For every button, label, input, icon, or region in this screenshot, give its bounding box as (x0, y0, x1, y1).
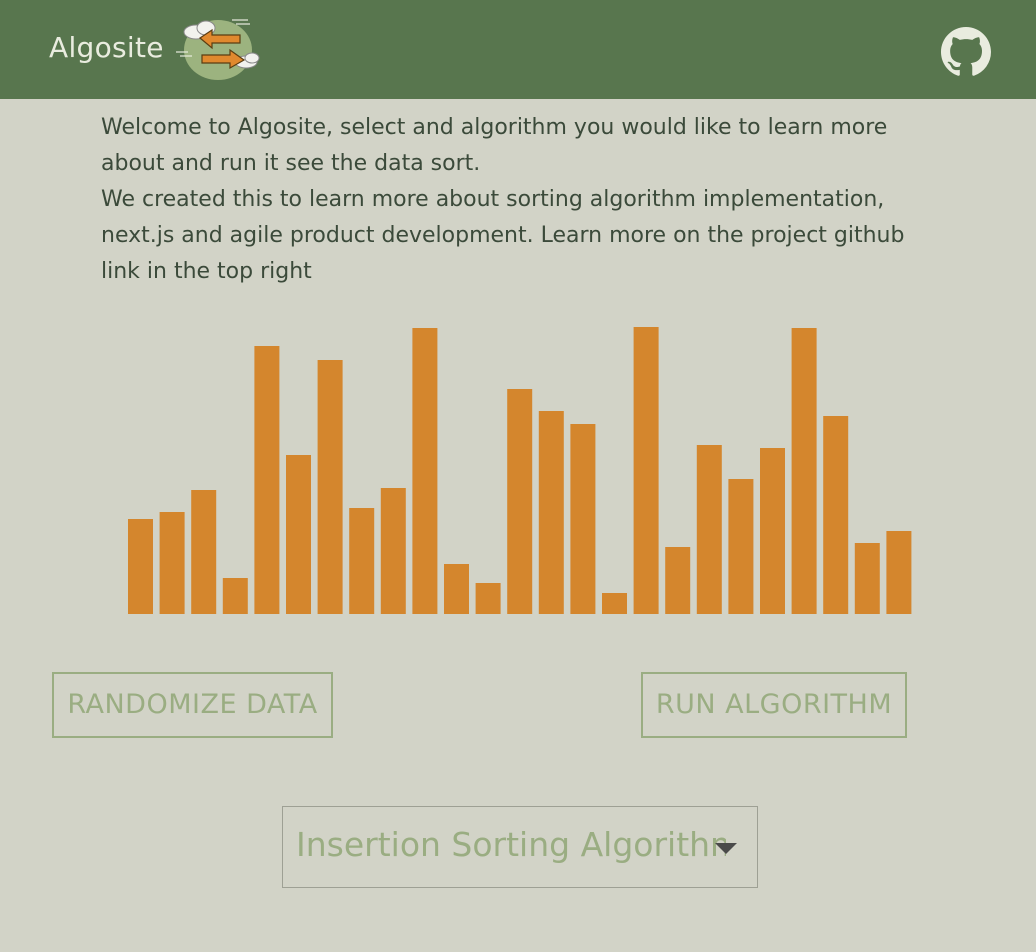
data-bar (128, 519, 153, 614)
data-bar (696, 445, 722, 614)
algorithm-select-value: Insertion Sorting Algorithm (296, 825, 726, 864)
data-bar (286, 455, 311, 614)
chevron-down-icon (715, 843, 737, 854)
data-bar (791, 328, 817, 614)
algorithm-select[interactable]: Insertion Sorting Algorithm (282, 806, 758, 888)
data-bar (380, 488, 406, 614)
data-bar (854, 543, 880, 614)
randomize-data-button[interactable]: RANDOMIZE DATA (52, 672, 333, 738)
data-bar (412, 328, 438, 614)
data-bar (159, 512, 185, 614)
data-bar (570, 424, 596, 614)
data-bar (507, 389, 533, 614)
data-bar (633, 327, 659, 614)
data-bar (538, 411, 564, 614)
data-bar (191, 490, 217, 614)
data-bar (886, 531, 912, 614)
data-bar (444, 564, 469, 614)
data-bar (602, 593, 627, 614)
run-algorithm-button[interactable]: RUN ALGORITHM (641, 672, 907, 738)
data-bar (728, 479, 754, 614)
sorting-bar-chart (128, 327, 912, 614)
data-bar (254, 346, 280, 614)
data-bar (760, 448, 785, 614)
data-bar (665, 547, 691, 614)
data-bar (317, 360, 343, 614)
data-bar (823, 416, 849, 614)
data-bar (475, 583, 501, 614)
data-bar (349, 508, 375, 614)
data-bar (222, 578, 248, 614)
